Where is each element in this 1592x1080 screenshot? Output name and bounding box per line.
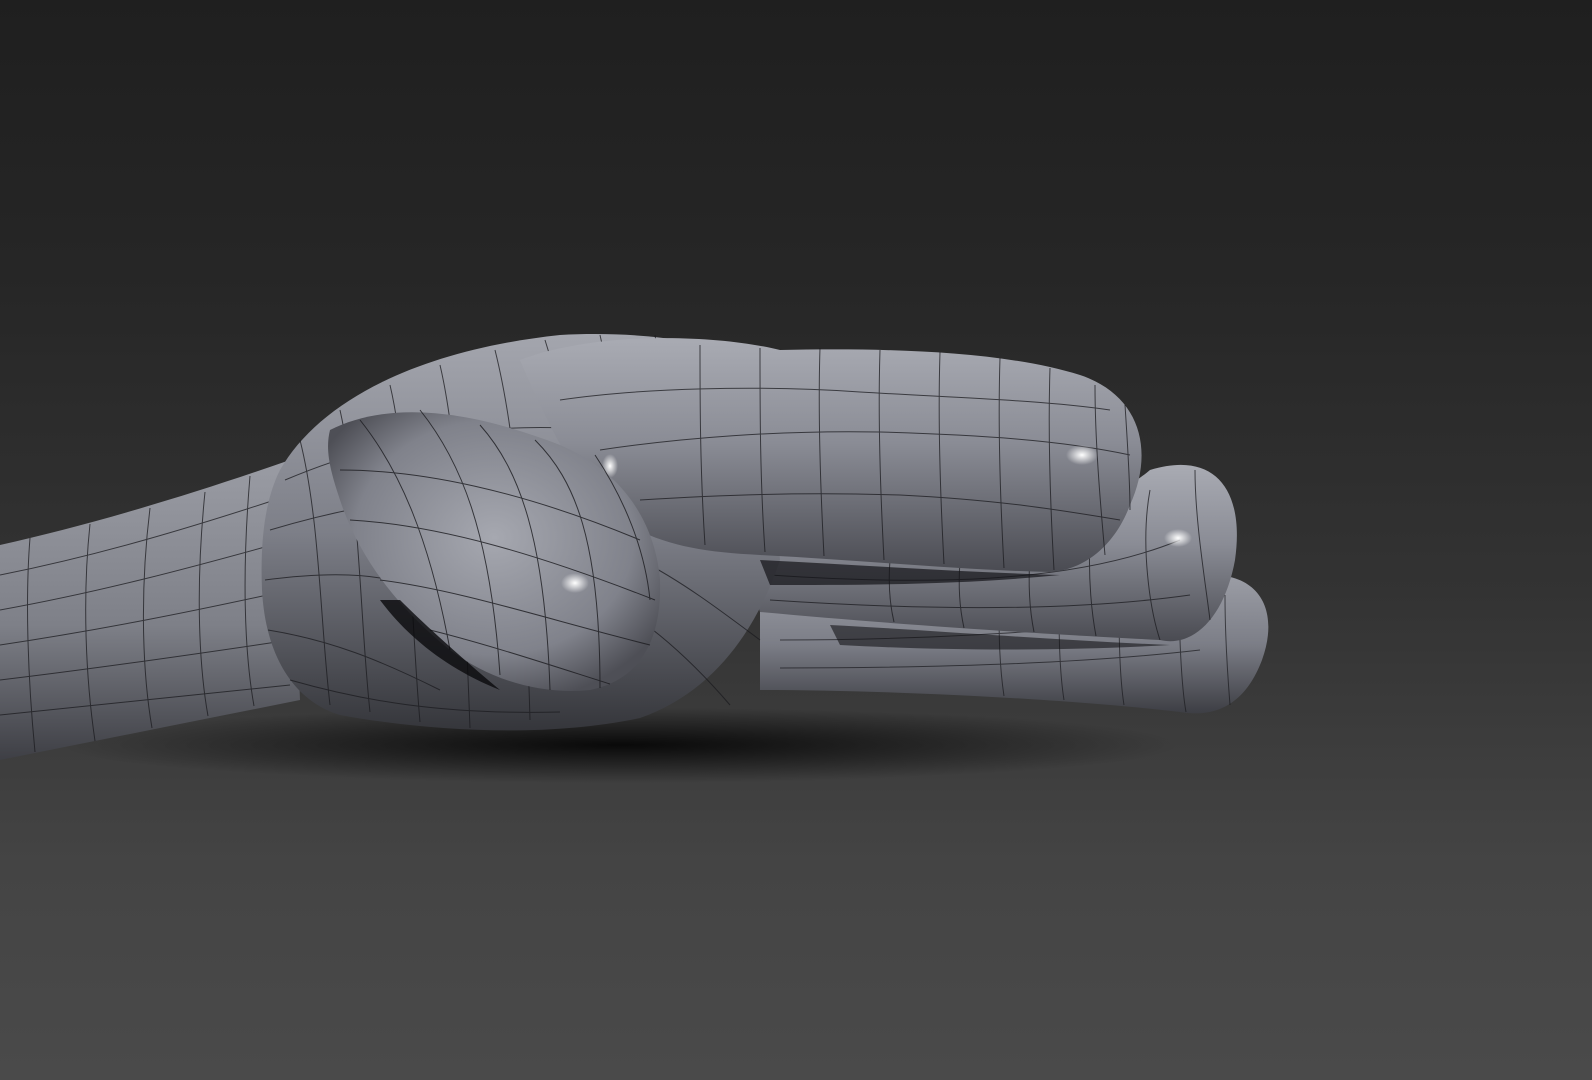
ring-finger-highlight <box>1164 529 1192 547</box>
index-finger-highlight <box>1066 445 1098 465</box>
3d-viewport[interactable] <box>0 0 1592 1080</box>
thumb-highlight <box>561 573 589 593</box>
scene-canvas[interactable] <box>0 0 1592 1080</box>
forearm[interactable] <box>0 460 300 760</box>
